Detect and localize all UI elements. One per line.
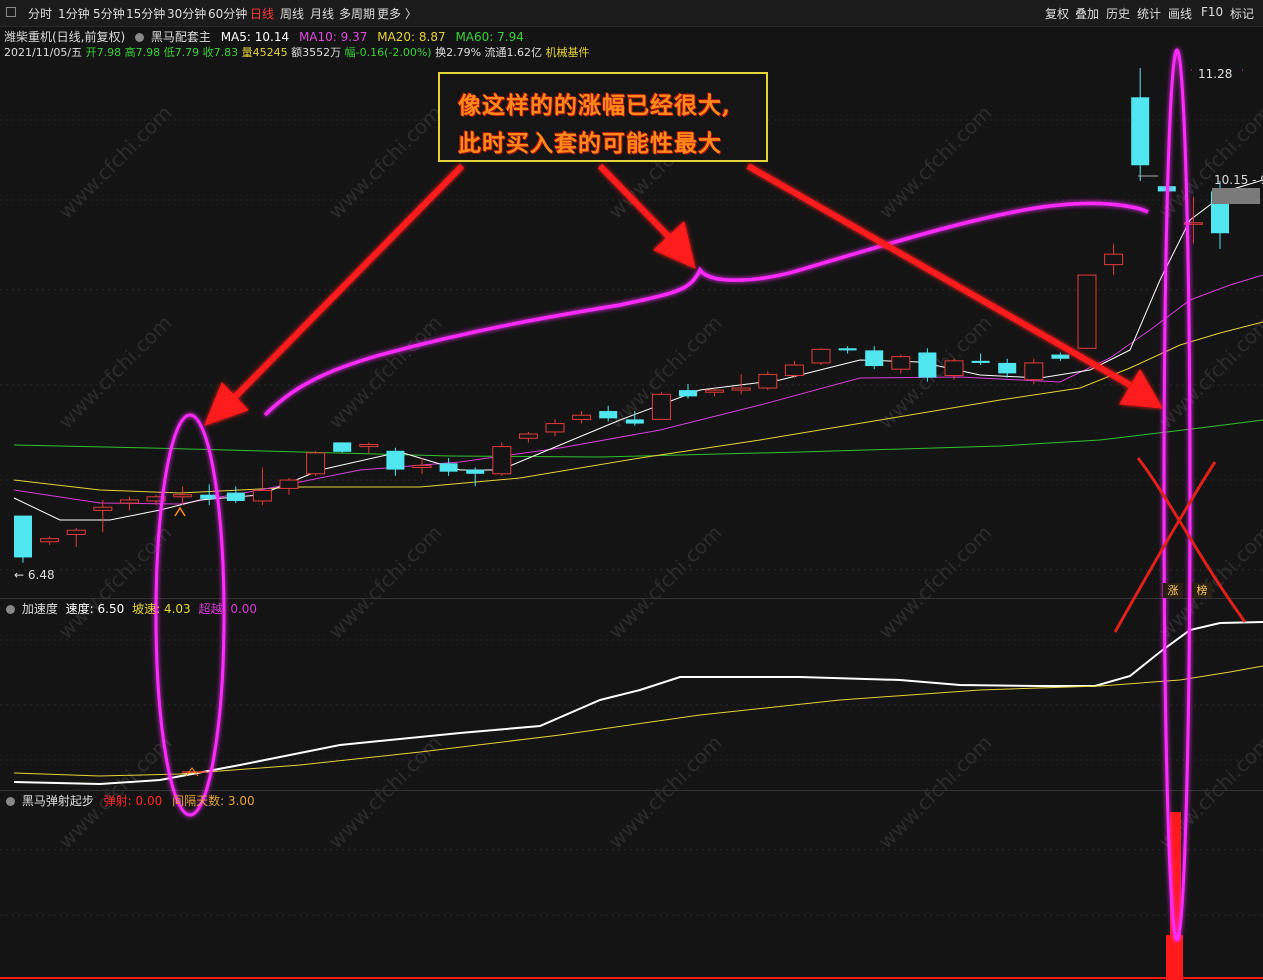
high-price-label: 11.28	[1198, 67, 1232, 81]
candle-body[interactable]	[14, 515, 32, 558]
ma10-line	[13, 274, 1263, 505]
accel-title: 加速度	[21, 602, 58, 616]
candle-body[interactable]	[306, 452, 326, 475]
candle-body[interactable]	[1077, 274, 1097, 349]
eject-title: 黑马弹射起步	[21, 794, 94, 808]
candle-body[interactable]	[891, 356, 911, 370]
right-highlight-ellipse	[1162, 48, 1192, 942]
candle-body[interactable]	[998, 362, 1017, 374]
candle-body[interactable]	[1051, 354, 1070, 359]
candle-body[interactable]	[679, 390, 697, 397]
candle-body[interactable]	[918, 352, 937, 378]
candle-body[interactable]	[731, 387, 751, 391]
candle-body[interactable]	[599, 411, 618, 419]
candle-body[interactable]	[1024, 362, 1044, 381]
accel-exceed: 超越: 0.00	[198, 602, 258, 616]
candle-body[interactable]	[93, 506, 113, 511]
candle-body[interactable]	[518, 433, 538, 439]
eject-settings-icon[interactable]	[6, 797, 15, 806]
candle-body[interactable]	[439, 463, 458, 472]
annotation-box: 像这样的的涨幅已经很大, 此时买入套的可能性最大	[438, 72, 768, 162]
candle-body[interactable]	[838, 348, 857, 351]
ma20-line	[13, 321, 1263, 494]
candle-body[interactable]	[1104, 253, 1124, 266]
candle-body[interactable]	[811, 348, 831, 364]
eject-value: 弹射: 0.00	[103, 794, 163, 808]
red-x-mark	[1113, 457, 1247, 633]
candle-body[interactable]	[40, 538, 60, 543]
accel-settings-icon[interactable]	[6, 605, 15, 614]
candle-body[interactable]	[200, 494, 219, 499]
right-range-label: 10.15 - 9.	[1214, 173, 1263, 187]
candle-body[interactable]	[66, 529, 86, 535]
accel-speed: 速度: 6.50	[65, 602, 125, 616]
candle-body[interactable]	[1131, 97, 1150, 166]
low-price-label: ← 6.48	[14, 568, 55, 582]
accel-slope: 坡速: 4.03	[132, 602, 191, 616]
ranking-badge[interactable]: 榜	[1192, 583, 1212, 598]
limit-up-badge[interactable]: 涨	[1163, 583, 1183, 598]
candle-body[interactable]	[971, 360, 990, 363]
eject-pane-header: 黑马弹射起步 弹射: 0.00 间隔天数: 3.00	[6, 792, 255, 809]
candle-body[interactable]	[545, 423, 565, 433]
candle-body[interactable]	[279, 479, 299, 489]
ma5-line	[13, 179, 1263, 521]
candle-body[interactable]	[466, 469, 485, 474]
candle-body[interactable]	[386, 450, 405, 470]
candle-body[interactable]	[651, 393, 671, 420]
annotation-line-1: 像这样的的涨幅已经很大,	[458, 92, 732, 119]
price-range-block	[1212, 188, 1260, 204]
candle-body[interactable]	[226, 492, 245, 501]
signal-marker-icon	[174, 506, 186, 517]
candle-body[interactable]	[252, 490, 272, 502]
accel-pane-header: 加速度 速度: 6.50 坡速: 4.03 超越: 0.00	[6, 600, 257, 617]
red-arrows	[204, 163, 1163, 426]
candle-body[interactable]	[758, 373, 778, 389]
candle-body[interactable]	[784, 364, 804, 376]
candle-body[interactable]	[865, 350, 884, 367]
candle-body[interactable]	[944, 360, 964, 376]
candle-body[interactable]	[705, 389, 725, 393]
annotation-line-2: 此时买入套的可能性最大	[458, 130, 722, 157]
eject-days: 间隔天数: 3.00	[172, 794, 255, 808]
candle-body[interactable]	[492, 446, 512, 475]
candle-body[interactable]	[412, 464, 432, 469]
candle-body[interactable]	[625, 419, 644, 424]
candle-body[interactable]	[333, 442, 352, 452]
candle-body[interactable]	[359, 444, 379, 448]
eject-bar-lower	[1166, 935, 1183, 980]
candle-body[interactable]	[173, 494, 193, 498]
candle-body[interactable]	[572, 414, 592, 420]
candle-body[interactable]	[119, 499, 139, 504]
